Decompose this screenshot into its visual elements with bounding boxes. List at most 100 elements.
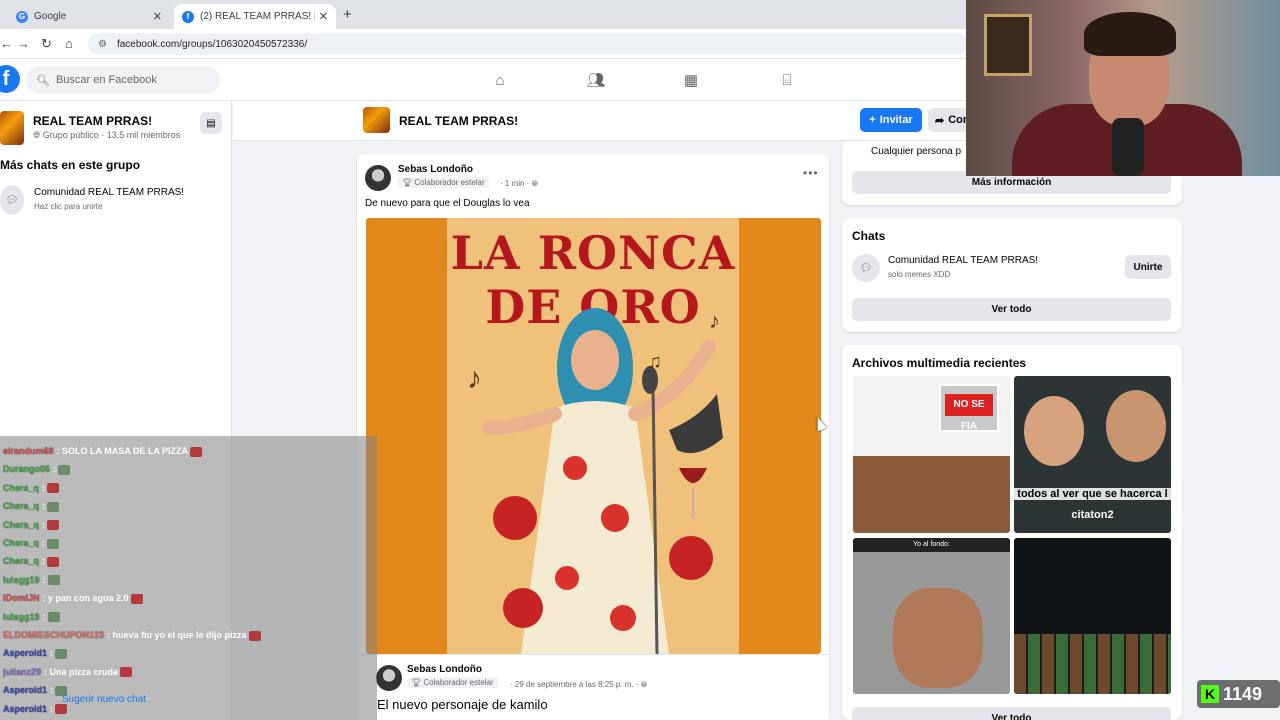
chat-username[interactable]: luisgg19 xyxy=(3,575,40,585)
back-arrow-icon[interactable]: ← xyxy=(0,36,13,51)
chat-username[interactable]: Chera_q xyxy=(3,501,39,511)
chat-username[interactable]: Chera_q xyxy=(3,538,39,548)
group-name[interactable]: REAL TEAM PRRAS! xyxy=(399,114,518,128)
avatar[interactable] xyxy=(365,165,391,191)
media-title: Archivos multimedia recientes xyxy=(852,356,1027,370)
chat-username[interactable]: ELDOMIESCHUPON123 xyxy=(3,630,104,640)
chats-card: Chats 💬︎ Comunidad REAL TEAM PRRAS! solo… xyxy=(842,218,1182,332)
viewer-counter: K 1149 xyxy=(1197,680,1280,708)
chat-username[interactable]: Chera_q xyxy=(3,556,39,566)
facebook-logo[interactable]: f xyxy=(0,65,20,93)
media-thumbnail[interactable]: todos al ver que se hacerca l citaton2 xyxy=(1014,376,1171,533)
chat-username[interactable]: elrandum69 xyxy=(3,446,54,456)
chat-username[interactable]: IDomiJN xyxy=(3,593,40,603)
close-tab-icon[interactable]: ✕ xyxy=(153,10,162,23)
group-meta-text: Grupo público · 13,5 mil miembros xyxy=(42,130,181,140)
chat-message: ELDOMIESCHUPON123: hueva fiu yo el que l… xyxy=(3,630,261,641)
chat-message-text: : xyxy=(42,482,46,493)
community-chat-sub: Haz clic para unirte xyxy=(34,202,103,211)
chat-message-text: : xyxy=(50,685,54,696)
chat-username[interactable]: Durango06 xyxy=(3,464,50,474)
see-all-media-button[interactable]: Ver todo xyxy=(852,707,1171,720)
chat-username[interactable]: Asperoid1 xyxy=(3,704,47,714)
more-options-icon[interactable]: ••• xyxy=(803,166,819,180)
chat-username[interactable]: Chera_q xyxy=(3,483,39,493)
post-image[interactable]: LA RONCA DE ORO ♪ ♪ ♫ xyxy=(366,218,821,654)
tab-google[interactable]: G Google ✕ xyxy=(8,4,170,29)
more-chats-title: Más chats en este grupo xyxy=(0,158,141,172)
chat-message: Asperoid1: xyxy=(3,685,68,696)
shared-post: Sebas Londoño 🏆︎ Colaborador estelar · 2… xyxy=(357,654,829,720)
chat-username[interactable]: Asperoid1 xyxy=(3,648,47,658)
shared-date-text: 29 de septiembre a las 8:25 p. m. xyxy=(514,680,634,689)
invite-label: Invitar xyxy=(879,114,913,126)
emote-icon xyxy=(47,483,60,494)
tab-title: (2) REAL TEAM PRRAS! | Facebook xyxy=(200,11,315,22)
reload-icon[interactable]: ↻ xyxy=(41,36,52,52)
shared-author[interactable]: Sebas Londoño xyxy=(407,664,482,675)
site-settings-icon[interactable]: ⚙ xyxy=(98,39,107,50)
shared-date[interactable]: · 29 de septiembre a las 8:25 p. m. · 🌐︎ xyxy=(510,680,647,690)
chat-username[interactable]: Chera_q xyxy=(3,520,39,530)
community-chat-name[interactable]: Comunidad REAL TEAM PRRAS! xyxy=(888,255,1038,266)
emote-icon xyxy=(55,649,68,660)
chat-message-text: : SOLO LA MASA DE LA PIZZA xyxy=(56,446,189,456)
chat-message: Asperoid1: xyxy=(3,703,68,715)
group-avatar[interactable] xyxy=(0,111,24,145)
search-placeholder: Buscar en Facebook xyxy=(55,74,157,86)
emote-icon xyxy=(47,501,60,512)
chat-message-text: : xyxy=(42,611,46,622)
media-thumbnail[interactable]: NO SE FIA xyxy=(853,376,1010,533)
tab-facebook[interactable]: f (2) REAL TEAM PRRAS! | Facebook ✕ xyxy=(174,4,336,29)
close-tab-icon[interactable]: ✕ xyxy=(319,10,328,23)
post-time-text: 1 min xyxy=(504,179,525,188)
url-input[interactable]: ⚙ facebook.com/groups/1063020450572336/ xyxy=(88,33,968,55)
search-input[interactable]: 🔍︎ Buscar en Facebook xyxy=(26,66,220,94)
new-tab-icon[interactable]: + xyxy=(343,6,352,23)
forward-arrow-icon[interactable]: → xyxy=(17,36,30,51)
chat-username[interactable]: luisgg19 xyxy=(3,612,40,622)
chat-message-text: : xyxy=(50,703,54,714)
chat-username[interactable]: julianz29 xyxy=(3,667,41,677)
face-photo xyxy=(1106,390,1166,462)
post-time[interactable]: · 1 min · 🌐︎ xyxy=(500,179,538,189)
badge-label: Colaborador estelar xyxy=(423,678,494,687)
thumbnail-caption: Yo al fondo: xyxy=(853,538,1010,552)
group-avatar[interactable] xyxy=(363,107,390,133)
emote-icon xyxy=(47,557,60,568)
invite-button[interactable]: + Invitar xyxy=(860,108,922,132)
group-name[interactable]: REAL TEAM PRRAS! xyxy=(33,114,152,128)
microphone xyxy=(1112,118,1144,176)
chat-message: luisgg19: xyxy=(3,575,60,586)
video-nav-icon[interactable]: ▦ xyxy=(679,69,703,91)
see-all-button[interactable]: Ver todo xyxy=(852,298,1171,321)
globe-icon: 🌐︎ xyxy=(531,179,538,188)
viewer-count: 1149 xyxy=(1223,683,1263,704)
chat-message-text: : xyxy=(42,556,46,567)
join-button[interactable]: Unirte xyxy=(1125,255,1171,279)
home-icon[interactable]: ⌂ xyxy=(65,36,73,51)
friends-nav-icon[interactable]: 👥︎ xyxy=(584,69,608,91)
avatar[interactable] xyxy=(376,665,402,691)
chat-message: Chera_q: xyxy=(3,501,60,512)
search-icon: 🔍︎ xyxy=(36,74,50,87)
chats-title: Chats xyxy=(852,229,886,243)
chat-message: luisgg19: xyxy=(3,612,60,623)
marketplace-nav-icon[interactable]: ⌸ xyxy=(775,69,799,91)
emote-icon xyxy=(248,630,261,641)
media-thumbnail[interactable]: Yo al fondo: xyxy=(853,538,1010,694)
sidebar-toggle-icon[interactable]: ▤ xyxy=(200,112,222,134)
home-nav-icon[interactable]: ⌂ xyxy=(488,69,512,91)
community-chat-name[interactable]: Comunidad REAL TEAM PRRAS! xyxy=(34,187,184,198)
post-text: De nuevo para que el Douglas lo vea xyxy=(365,198,530,209)
emote-icon xyxy=(120,667,133,678)
chat-username[interactable]: Asperoid1 xyxy=(3,685,47,695)
suggest-chat-link[interactable]: Sugerir nuevo chat xyxy=(62,694,146,705)
post-author[interactable]: Sebas Londoño xyxy=(398,164,473,175)
media-card: Archivos multimedia recientes NO SE FIA … xyxy=(842,345,1182,720)
media-thumbnail[interactable] xyxy=(1014,538,1171,694)
emote-icon xyxy=(47,575,60,586)
chat-message-text: : xyxy=(53,464,57,475)
thumbnail-caption: citaton2 xyxy=(1071,509,1114,521)
singer-illustration: ♪ ♪ ♫ xyxy=(467,308,723,654)
